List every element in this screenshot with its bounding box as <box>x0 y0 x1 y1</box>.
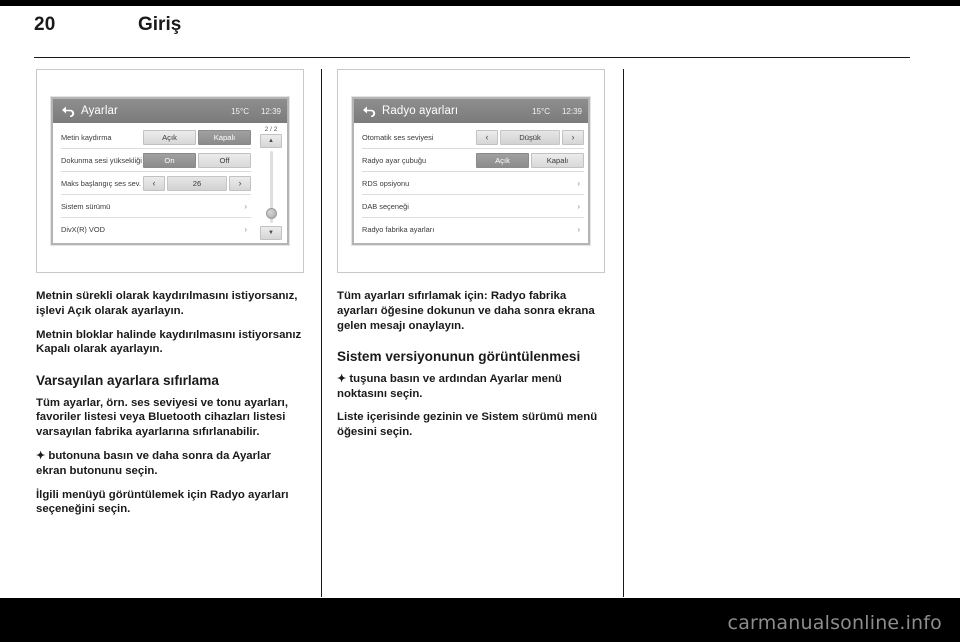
screen-clock: 12:39 <box>260 106 281 116</box>
segmented-control-radio-bar[interactable]: Açık Kapalı <box>476 152 584 168</box>
screen-temperature: 15°C <box>532 106 550 116</box>
segment-option-on[interactable]: On <box>143 152 196 168</box>
segment-option-off[interactable]: Kapalı <box>198 129 251 145</box>
settings-list: Metin kaydırma Açık Kapalı Dokunma sesi … <box>53 126 255 240</box>
figure-radio-settings-screen: Radyo ayarları 15°C 12:39 Otomatik ses s… <box>337 69 605 273</box>
stepper-auto-volume[interactable]: ‹ Düşük › <box>476 129 584 145</box>
infotainment-screen-radio-settings: Radyo ayarları 15°C 12:39 Otomatik ses s… <box>352 97 590 245</box>
chevron-right-icon: › <box>244 224 247 234</box>
infotainment-screen-settings: Ayarlar 15°C 12:39 Metin kaydırma Açık K… <box>51 97 289 245</box>
left-column: Ayarlar 15°C 12:39 Metin kaydırma Açık K… <box>36 69 306 517</box>
page-number: 20 <box>34 14 56 35</box>
segmented-control-text-scroll[interactable]: Açık Kapalı <box>143 129 251 145</box>
paragraph-text: butonuna basın ve daha sonra da Ayarlar … <box>36 450 271 477</box>
chevron-right-icon: › <box>577 201 580 211</box>
segment-option-off[interactable]: Kapalı <box>531 152 584 168</box>
scrollbar-column[interactable]: 2 / 2 ▲ ▼ <box>255 126 287 240</box>
watermark: carmanualsonline.info <box>727 612 942 634</box>
paragraph-with-gear: ✦ butonuna basın ve daha sonra da Ayarla… <box>36 449 304 479</box>
row-label: Metin kaydırma <box>61 132 112 142</box>
chevron-right-icon[interactable]: › <box>229 175 251 191</box>
column-divider-right <box>623 69 624 597</box>
back-arrow-icon[interactable] <box>360 103 377 120</box>
paragraph: Metnin bloklar halinde kaydırılmasını is… <box>36 328 302 356</box>
stepper-value: Düşük <box>500 129 560 145</box>
paragraph: Metnin sürekli olarak kaydırılmasını ist… <box>36 290 298 317</box>
right-body-text: Tüm ayarları sıfırlamak için: Radyo fabr… <box>337 289 605 440</box>
radio-settings-list: Otomatik ses seviyesi ‹ Düşük › Radyo ay… <box>354 126 588 240</box>
paragraph-with-gear: ✦ tuşuna basın ve ardından Ayarlar menü … <box>337 372 605 402</box>
list-item[interactable]: Maks başlangıç ses sev. ‹ 26 › <box>61 172 251 195</box>
list-item[interactable]: Radyo fabrika ayarları › <box>362 218 584 240</box>
row-label: Sistem sürümü <box>61 201 111 211</box>
header-divider <box>34 57 910 58</box>
screen-body: Metin kaydırma Açık Kapalı Dokunma sesi … <box>53 123 287 243</box>
list-item[interactable]: Metin kaydırma Açık Kapalı <box>61 126 251 149</box>
list-item[interactable]: Sistem sürümü › <box>61 195 251 218</box>
list-item[interactable]: Radyo ayar çubuğu Açık Kapalı <box>362 149 584 172</box>
stepper-max-start-volume[interactable]: ‹ 26 › <box>143 175 251 191</box>
left-body-text: Metnin sürekli olarak kaydırılmasını ist… <box>36 289 304 517</box>
list-item[interactable]: RDS opsiyonu › <box>362 172 584 195</box>
gear-icon: ✦ <box>337 372 347 385</box>
row-label: Radyo fabrika ayarları <box>362 224 435 234</box>
scrollbar-thumb[interactable] <box>265 208 277 219</box>
chevron-left-icon[interactable]: ‹ <box>476 129 498 145</box>
page-indicator: 2 / 2 <box>264 126 278 133</box>
row-label: Otomatik ses seviyesi <box>362 132 434 142</box>
paragraph: Tüm ayarlar, örn. ses seviyesi ve tonu a… <box>36 396 288 439</box>
list-item[interactable]: DivX(R) VOD › <box>61 218 251 240</box>
scroll-down-button[interactable]: ▼ <box>260 226 282 240</box>
paragraph: İlgili menüyü görüntülemek için Radyo ay… <box>36 488 289 516</box>
section-heading: Sistem versiyonunun görüntülenmesi <box>337 349 581 365</box>
paragraph: Tüm ayarları sıfırlamak için: Radyo fabr… <box>337 290 595 332</box>
segmented-control-touch-sound[interactable]: On Off <box>143 152 251 168</box>
gear-icon: ✦ <box>36 450 46 463</box>
right-column: Radyo ayarları 15°C 12:39 Otomatik ses s… <box>337 69 607 440</box>
chevron-right-icon: › <box>244 201 247 211</box>
page-header: 20 Giriş <box>34 14 910 48</box>
paragraph: Liste içerisinde gezinin ve Sistem sürüm… <box>337 411 598 439</box>
footer-bar: carmanualsonline.info <box>0 598 960 642</box>
stepper-value: 26 <box>167 175 227 191</box>
row-label: Dokunma sesi yüksekliği <box>61 155 142 165</box>
screen-titlebar: Ayarlar 15°C 12:39 <box>53 99 287 123</box>
chevron-right-icon: › <box>577 178 580 188</box>
row-label: RDS opsiyonu <box>362 178 410 188</box>
segment-option-off[interactable]: Off <box>198 152 251 168</box>
chapter-title: Giriş <box>138 14 182 35</box>
scrollbar-track[interactable] <box>265 151 277 223</box>
list-item[interactable]: Dokunma sesi yüksekliği On Off <box>61 149 251 172</box>
top-black-bar <box>0 0 960 6</box>
back-arrow-icon[interactable] <box>59 103 76 120</box>
segment-option-on[interactable]: Açık <box>143 129 196 145</box>
chevron-left-icon[interactable]: ‹ <box>143 175 165 191</box>
chevron-right-icon: › <box>577 224 580 234</box>
row-label: Radyo ayar çubuğu <box>362 155 427 165</box>
section-heading: Varsayılan ayarlara sıfırlama <box>36 373 219 389</box>
screen-title: Ayarlar <box>81 105 118 117</box>
figure-settings-screen: Ayarlar 15°C 12:39 Metin kaydırma Açık K… <box>36 69 304 273</box>
segment-option-on[interactable]: Açık <box>476 152 529 168</box>
chevron-right-icon[interactable]: › <box>562 129 584 145</box>
manual-page: 20 Giriş Ayarlar 15°C 12:39 Metin kaydır… <box>0 0 960 642</box>
scroll-up-button[interactable]: ▲ <box>260 134 282 148</box>
paragraph-text: tuşuna basın ve ardından Ayarlar menü no… <box>337 372 562 400</box>
screen-titlebar: Radyo ayarları 15°C 12:39 <box>354 99 588 123</box>
row-label: DivX(R) VOD <box>61 224 105 234</box>
screen-clock: 12:39 <box>561 106 582 116</box>
column-divider-left <box>321 69 322 597</box>
row-label: Maks başlangıç ses sev. <box>61 178 141 188</box>
screen-temperature: 15°C <box>231 106 249 116</box>
screen-body: Otomatik ses seviyesi ‹ Düşük › Radyo ay… <box>354 123 588 243</box>
screen-title: Radyo ayarları <box>382 105 459 117</box>
row-label: DAB seçeneği <box>362 201 409 211</box>
list-item[interactable]: DAB seçeneği › <box>362 195 584 218</box>
list-item[interactable]: Otomatik ses seviyesi ‹ Düşük › <box>362 126 584 149</box>
